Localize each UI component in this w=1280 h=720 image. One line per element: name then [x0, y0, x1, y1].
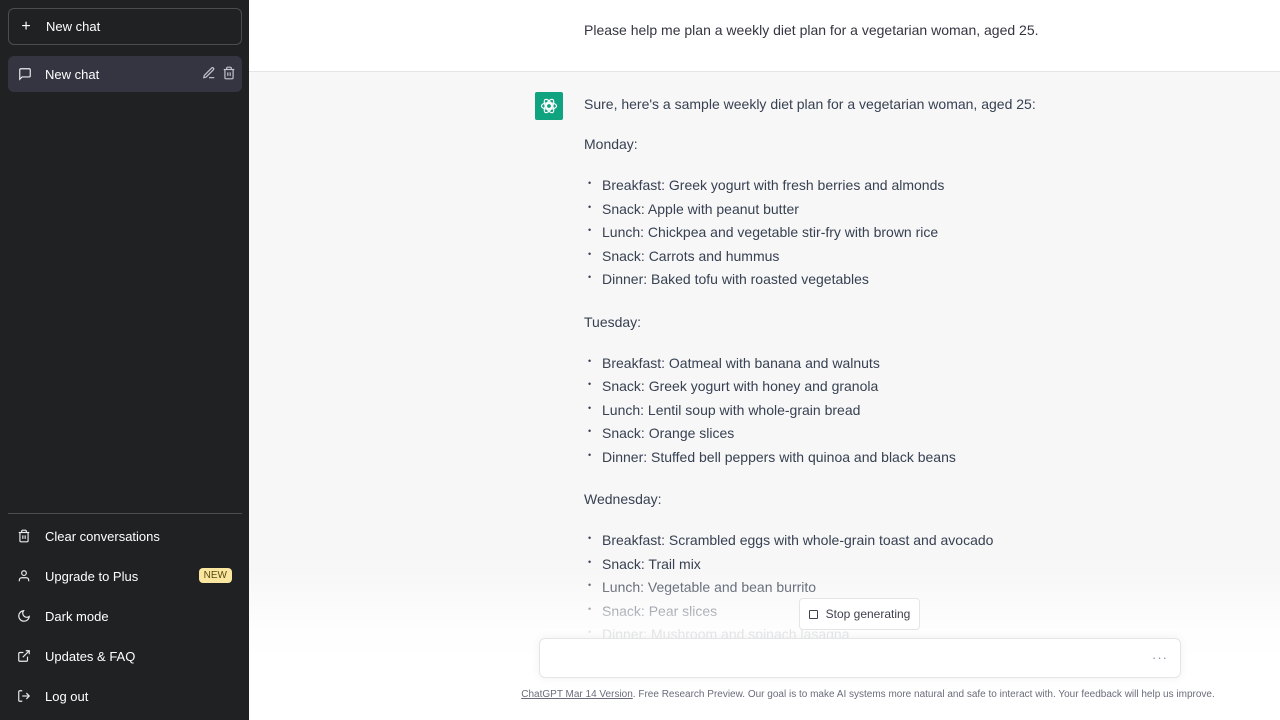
reply-intro: Sure, here's a sample weekly diet plan f…: [584, 96, 1036, 112]
user-icon: [17, 569, 31, 583]
user-message: Please help me plan a weekly diet plan f…: [584, 22, 1039, 38]
meal-list: Breakfast: Greek yogurt with fresh berri…: [584, 172, 1184, 292]
list-item: Breakfast: Greek yogurt with fresh berri…: [584, 172, 1184, 198]
user-message-row: Please help me plan a weekly diet plan f…: [249, 0, 1280, 72]
version-link[interactable]: ChatGPT Mar 14 Version: [521, 689, 633, 700]
dark-mode-button[interactable]: Dark mode: [8, 596, 242, 636]
plus-icon: +: [21, 17, 31, 35]
stop-icon: [808, 609, 818, 619]
updates-faq-link[interactable]: Updates & FAQ: [8, 636, 242, 676]
logout-icon: [17, 689, 31, 703]
new-chat-label: New chat: [46, 19, 101, 34]
list-item: Dinner: Baked tofu with roasted vegetabl…: [584, 266, 1184, 292]
menu-label: Clear conversations: [45, 528, 160, 544]
clear-conversations-button[interactable]: Clear conversations: [8, 516, 242, 556]
log-out-button[interactable]: Log out: [8, 676, 242, 716]
list-item: Snack: Orange slices: [584, 420, 1184, 446]
edit-icon[interactable]: [202, 66, 216, 80]
day-heading: Tuesday:: [584, 313, 642, 330]
list-item: Snack: Apple with peanut butter: [584, 196, 1184, 222]
chat-main: Please help me plan a weekly diet plan f…: [249, 0, 1280, 720]
list-item: Snack: Carrots and hummus: [584, 243, 1184, 269]
menu-label: Updates & FAQ: [45, 648, 136, 664]
chat-history-item[interactable]: New chat: [8, 56, 242, 92]
list-item: Lunch: Lentil soup with whole-grain brea…: [584, 397, 1184, 423]
menu-label: Upgrade to Plus: [45, 568, 139, 584]
day-heading: Wednesday:: [584, 491, 662, 507]
list-item: Lunch: Chickpea and vegetable stir-fry w…: [584, 219, 1184, 245]
footer-disclaimer: ChatGPT Mar 14 Version. Free Research Pr…: [518, 689, 1218, 700]
external-link-icon: [17, 649, 31, 663]
list-item: Breakfast: Oatmeal with banana and walnu…: [584, 350, 1184, 376]
sidebar-divider: [8, 513, 242, 514]
loading-dots-icon: ···: [1152, 650, 1168, 665]
menu-label: Dark mode: [45, 608, 109, 624]
menu-label: Log out: [45, 688, 89, 704]
message-input[interactable]: ···: [539, 638, 1181, 678]
list-item: Dinner: Stuffed bell peppers with quinoa…: [584, 444, 1184, 470]
sidebar: + New chat New chat Clear conversations: [0, 0, 249, 720]
meal-list: Breakfast: Oatmeal with banana and walnu…: [584, 350, 1184, 470]
new-badge: NEW: [198, 568, 232, 583]
footer-text: . Free Research Preview. Our goal is to …: [632, 689, 1215, 700]
stop-generating-button[interactable]: Stop generating: [799, 598, 920, 630]
sidebar-menu: Clear conversations Upgrade to Plus NEW …: [8, 516, 242, 716]
trash-icon: [17, 529, 31, 543]
day-heading: Monday:: [584, 136, 638, 152]
new-chat-button[interactable]: + New chat: [8, 8, 242, 45]
delete-icon[interactable]: [222, 66, 236, 80]
openai-logo-icon: [535, 92, 563, 120]
stop-label: Stop generating: [825, 607, 911, 621]
moon-icon: [17, 609, 31, 623]
upgrade-to-plus-button[interactable]: Upgrade to Plus NEW: [8, 556, 242, 596]
chat-title: New chat: [45, 66, 100, 82]
list-item: Snack: Greek yogurt with honey and grano…: [584, 373, 1184, 399]
list-item: Breakfast: Scrambled eggs with whole-gra…: [584, 527, 1184, 553]
message-icon: [18, 67, 32, 81]
